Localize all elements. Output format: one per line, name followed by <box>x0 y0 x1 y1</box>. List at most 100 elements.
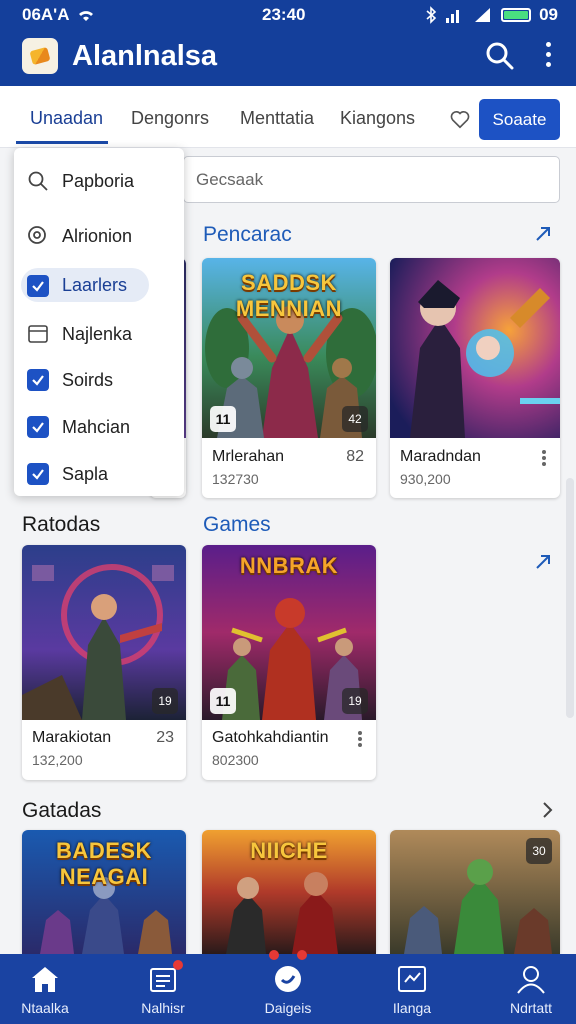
notification-dot <box>269 950 279 960</box>
heart-icon[interactable] <box>449 108 471 130</box>
dropdown-item-label: Mahcian <box>62 417 131 437</box>
more-vertical-icon[interactable] <box>542 42 554 70</box>
card-art-title: SADDSK MENNIAN <box>235 270 343 321</box>
card-name: Mrlerahan <box>212 448 285 465</box>
search-button[interactable]: Soaate <box>479 99 560 140</box>
target-search-icon <box>28 226 46 244</box>
card-name: Marakiotan <box>32 729 112 746</box>
nav-label: Daigeis <box>264 1000 312 1016</box>
dropdown-item-soirds[interactable]: Soirds <box>14 359 184 399</box>
checkbox-checked[interactable] <box>27 369 49 391</box>
status-bar: 06A'A 23:40 09 <box>0 0 576 30</box>
more-vertical-icon[interactable] <box>358 731 362 747</box>
bluetooth-icon <box>426 6 437 24</box>
nav-item-home[interactable]: Ntaalka <box>0 954 90 1024</box>
checkbox-checked[interactable] <box>27 463 49 485</box>
age-badge: 11 <box>210 688 236 714</box>
rating-badge: 30 <box>526 838 552 864</box>
age-badge: 11 <box>210 406 236 432</box>
game-card[interactable]: 30 <box>390 830 560 954</box>
nav-label: Ntaalka <box>21 1000 69 1016</box>
card-subtitle: 132,200 <box>32 752 83 768</box>
card-score: 23 <box>156 729 174 746</box>
arrow-right-icon[interactable] <box>532 551 554 573</box>
dropdown-item-mahcian[interactable]: Mahcian <box>14 406 184 446</box>
search-icon[interactable] <box>484 40 516 72</box>
tab-dengonrs[interactable]: Dengonrs <box>131 108 209 129</box>
game-card[interactable]: SADDSK MENNIAN 11 42 Mrlerahan 82 132730 <box>202 258 376 498</box>
nav-item-news[interactable]: Nalhisr <box>118 954 208 1024</box>
nav-label: Ndrtatt <box>509 1000 552 1016</box>
card-score: 82 <box>346 448 364 465</box>
card-art-title: NNBRAK <box>239 553 339 578</box>
rating-badge: 19 <box>342 688 368 714</box>
tab-indicator <box>16 141 108 144</box>
card-art: NIICHE <box>202 830 376 954</box>
card-art: BADESK NEAGAI <box>22 830 186 954</box>
nav-item-stats[interactable]: Ilanga <box>367 954 457 1024</box>
rating-badge: 42 <box>342 406 368 432</box>
dropdown-item-alrionion[interactable]: Alrionion <box>14 215 184 255</box>
section-title-gatadas: Gatadas <box>22 799 102 822</box>
scrollbar[interactable] <box>566 478 574 718</box>
card-art-title: NIICHE <box>250 838 328 863</box>
search-input[interactable] <box>183 156 560 203</box>
card-subtitle: 132730 <box>212 471 259 487</box>
card-name: Maradndan <box>400 448 481 465</box>
clock: 23:40 <box>262 5 306 24</box>
app-bar: Alanlnalsa <box>0 30 576 86</box>
game-card[interactable]: NNBRAK 11 19 Gatohkahdiantin 802300 <box>202 545 376 780</box>
stats-icon <box>398 966 426 992</box>
section-title-ratodas: Ratodas <box>22 513 101 536</box>
dropdown-item-label: Sapla <box>62 464 109 484</box>
checkbox-checked[interactable] <box>27 416 49 438</box>
dropdown-item-label: Papboria <box>62 171 135 191</box>
game-card[interactable]: BADESK NEAGAI <box>22 830 186 954</box>
card-art-title: BADESK NEAGAI <box>56 838 152 889</box>
dropdown-item-label: Alrionion <box>62 226 133 246</box>
home-icon <box>32 967 58 992</box>
nav-label: Nalhisr <box>141 1000 185 1016</box>
section-title-games: Games <box>203 513 271 536</box>
profile-icon <box>517 966 545 994</box>
calendar-icon <box>28 325 48 343</box>
app-logo-icon <box>22 38 58 74</box>
dropdown-item-label: Laarlers <box>62 275 128 295</box>
arrow-right-icon[interactable] <box>532 223 554 245</box>
dropdown-item-najlenka[interactable]: Najlenka <box>14 313 184 353</box>
dropdown-item-label: Soirds <box>62 370 114 390</box>
notification-dot <box>297 950 307 960</box>
tab-unaadan[interactable]: Unaadan <box>30 108 103 129</box>
nav-label: Ilanga <box>392 1000 432 1016</box>
game-card[interactable]: Maradndan 930,200 <box>390 258 560 498</box>
dropdown-item-label: Najlenka <box>62 324 133 344</box>
card-name: Gatohkahdiantin <box>212 729 329 746</box>
card-art <box>390 258 560 438</box>
battery-label: 09 <box>539 5 558 24</box>
app-title: Alanlnalsa <box>72 40 218 72</box>
tab-kiangons[interactable]: Kiangons <box>340 108 415 129</box>
signal-icon-2 <box>475 8 491 22</box>
section-title-featured: Pencarac <box>203 223 292 246</box>
more-vertical-icon[interactable] <box>542 450 546 466</box>
bottom-nav: Ntaalka Nalhisr Daigeis Ilanga Ndrtatt <box>0 950 576 1024</box>
card-subtitle: 930,200 <box>400 471 451 487</box>
dropdown-item-sapla[interactable]: Sapla <box>14 453 184 493</box>
chevron-right-icon[interactable] <box>536 799 558 821</box>
filter-dropdown: Papboria Alrionion Laarlers Najlenka Soi… <box>14 148 184 496</box>
game-card[interactable]: NIICHE <box>202 830 376 954</box>
rating-badge: 19 <box>152 688 178 714</box>
tab-menttatia[interactable]: Menttatia <box>240 108 314 129</box>
nav-item-games[interactable]: Daigeis <box>243 950 333 1024</box>
checkbox-checked[interactable] <box>27 275 49 297</box>
dropdown-item-laarlers[interactable]: Laarlers <box>14 265 184 305</box>
battery-icon <box>501 8 532 22</box>
nav-item-profile[interactable]: Ndrtatt <box>486 954 576 1024</box>
dropdown-item-papboria[interactable]: Papboria <box>14 160 184 200</box>
search-icon <box>28 171 48 191</box>
game-card[interactable]: 19 Marakiotan 23 132,200 <box>22 545 186 780</box>
notification-dot <box>173 960 183 970</box>
carrier-label: 06A'A <box>22 5 70 24</box>
signal-icon <box>446 10 460 23</box>
games-icon <box>275 966 301 992</box>
